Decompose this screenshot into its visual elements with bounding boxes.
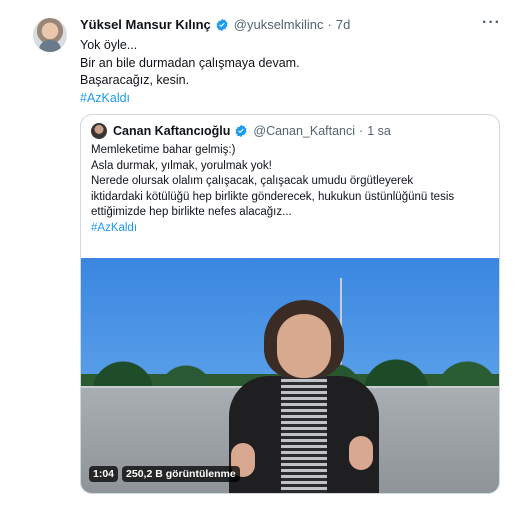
quoted-line: Asla durmak, yılmak, yorulmak yok! bbox=[91, 159, 272, 172]
quoted-tweet-text: Memleketime bahar gelmiş:) Asla durmak, … bbox=[91, 143, 454, 236]
tweet-line: Bir an bile durmadan çalışmaya devam. bbox=[80, 55, 300, 70]
quoted-line: ettiğimizde hep birlikte nefes alacağız.… bbox=[91, 206, 292, 218]
video-person-shirt bbox=[281, 376, 327, 493]
quoted-line: Memleketime bahar gelmiş:) bbox=[91, 144, 236, 156]
video-duration-badge: 1:04 bbox=[89, 466, 119, 482]
more-options-icon[interactable]: ··· bbox=[482, 14, 501, 32]
quoted-author-avatar[interactable] bbox=[91, 123, 107, 139]
verified-badge-icon bbox=[216, 18, 228, 31]
quoted-timestamp[interactable]: 1 sa bbox=[367, 124, 391, 138]
quoted-line: Nerede olursak olalım çalışacak, çalışac… bbox=[91, 175, 414, 187]
quoted-line: iktidardaki kötülüğü hep birlikte gönder… bbox=[91, 190, 455, 203]
quoted-author-handle[interactable]: @Canan_Kaftanci bbox=[253, 124, 355, 138]
tweet-timestamp[interactable]: 7d bbox=[336, 17, 350, 32]
quoted-hashtag-link[interactable]: #AzKaldı bbox=[91, 221, 454, 237]
tweet-header: Yüksel Mansur Kılınç @yukselmkilinc · 7d bbox=[80, 17, 350, 32]
quoted-tweet[interactable]: Canan Kaftancıoğlu @Canan_Kaftanci · 1 s… bbox=[80, 114, 500, 494]
video-badges: 1:04 250,2 B görüntülenme bbox=[89, 466, 240, 482]
tweet-line: Yok öyle... bbox=[80, 38, 138, 52]
tweet-line: Başaracağız, kesin. bbox=[80, 73, 190, 87]
video-views-badge: 250,2 B görüntülenme bbox=[122, 466, 240, 482]
quoted-author-name[interactable]: Canan Kaftancıoğlu bbox=[113, 124, 230, 138]
video-person-hand bbox=[349, 436, 373, 470]
hashtag-link[interactable]: #AzKaldı bbox=[80, 90, 300, 108]
video-player[interactable]: 1:04 250,2 B görüntülenme bbox=[81, 258, 499, 493]
author-avatar[interactable] bbox=[33, 18, 67, 52]
author-handle[interactable]: @yukselmkilinc bbox=[234, 17, 324, 32]
tweet: Yüksel Mansur Kılınç @yukselmkilinc · 7d… bbox=[0, 0, 523, 508]
video-person-face bbox=[277, 314, 331, 378]
tweet-text: Yok öyle... Bir an bile durmadan çalışma… bbox=[80, 37, 300, 107]
author-name[interactable]: Yüksel Mansur Kılınç bbox=[80, 17, 211, 32]
separator-dot: · bbox=[359, 124, 364, 138]
quoted-tweet-header: Canan Kaftancıoğlu @Canan_Kaftanci · 1 s… bbox=[91, 123, 391, 139]
separator-dot: · bbox=[327, 17, 332, 32]
verified-badge-icon bbox=[235, 124, 247, 138]
